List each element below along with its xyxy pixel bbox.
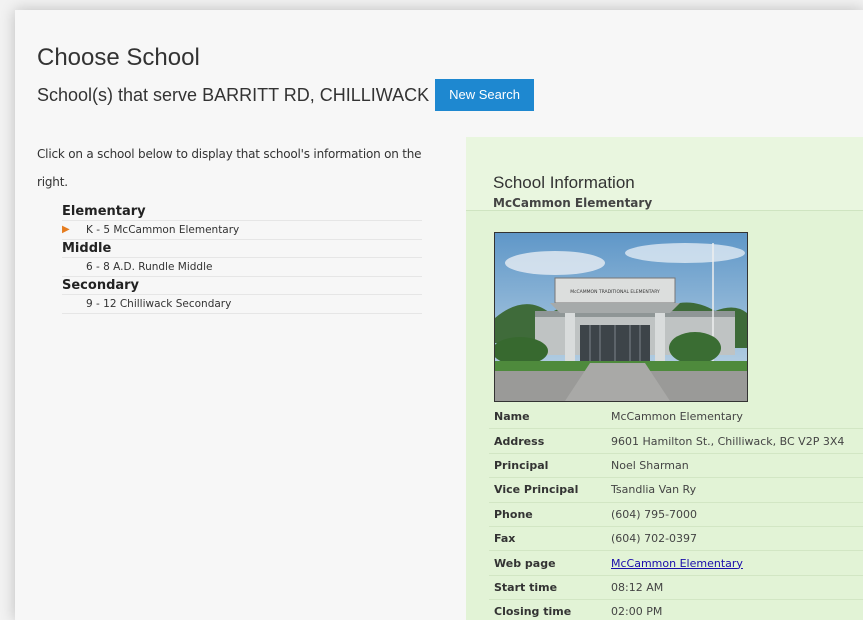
info-row: Vice Principal Tsandlia Van Ry [489,477,863,503]
school-item-mccammon[interactable]: ▶ K - 5 McCammon Elementary [62,221,422,240]
level-heading-secondary: Secondary [62,277,422,295]
info-row-value: Noel Sharman [606,453,863,479]
info-row-value: McCammon Elementary [606,405,863,430]
info-row-label: Closing time [489,599,606,620]
page-subtitle: School(s) that serve BARRITT RD, CHILLIW… [37,84,430,105]
subtitle-row: School(s) that serve BARRITT RD, CHILLIW… [37,79,534,111]
info-row-label: Name [489,405,606,430]
school-item-label: 6 - 8 A.D. Rundle Middle [86,261,213,273]
info-row-label: Web page [489,550,606,576]
info-row-value: (604) 795-7000 [606,502,863,527]
school-tree: Elementary ▶ K - 5 McCammon Elementary M… [62,203,422,314]
info-row: Closing time 02:00 PM [489,599,863,620]
school-photo-image: McCAMMON TRADITIONAL ELEMENTARY [495,233,747,401]
new-search-button[interactable]: New Search [435,79,534,111]
info-row-label: Principal [489,453,606,479]
page-title: Choose School [37,44,200,71]
school-item-chilliwack-secondary[interactable]: 9 - 12 Chilliwack Secondary [62,295,422,314]
school-info-table: Name McCammon Elementary Address 9601 Hamil… [489,405,863,620]
info-row-value: McCammon Elementary [606,550,863,576]
info-row: Name McCammon Elementary [489,405,863,430]
selected-arrow-icon: ▶ [62,224,70,235]
school-item-label: K - 5 McCammon Elementary [86,224,240,236]
info-row: Start time 08:12 AM [489,575,863,601]
school-item-label: 9 - 12 Chilliwack Secondary [86,298,232,310]
info-row-value: 9601 Hamilton St., Chilliwack, BC V2P 3X… [606,428,863,454]
info-row: Address 9601 Hamilton St., Chilliwack, BC… [489,428,863,454]
school-web-link[interactable]: McCammon Elementary [611,557,743,570]
school-photo: McCAMMON TRADITIONAL ELEMENTARY [494,232,748,402]
info-row-value: 02:00 PM [606,599,863,620]
info-row-value: 08:12 AM [606,575,863,601]
info-row-value: Tsandlia Van Ry [606,477,863,503]
school-info-panel: School Information McCammon Elementary M… [466,137,863,620]
info-row-value: (604) 702-0397 [606,526,863,552]
info-row-label: Address [489,428,606,454]
info-row-label: Vice Principal [489,477,606,503]
info-row: Principal Noel Sharman [489,453,863,479]
info-row: Web page McCammon Elementary [489,550,863,576]
photo-sign-text: McCAMMON TRADITIONAL ELEMENTARY [570,289,660,295]
info-row-label: Fax [489,526,606,552]
level-heading-elementary: Elementary [62,203,422,221]
info-row: Fax (604) 702-0397 [489,526,863,552]
school-item-rundle[interactable]: 6 - 8 A.D. Rundle Middle [62,258,422,277]
page-container: Choose School School(s) that serve BARRI… [15,10,863,620]
info-row-label: Start time [489,575,606,601]
instructions-text: Click on a school below to display that … [37,147,422,189]
level-heading-middle: Middle [62,240,422,258]
info-school-name: McCammon Elementary [493,196,653,210]
info-row: Phone (604) 795-7000 [489,502,863,527]
info-row-label: Phone [489,502,606,527]
info-panel-title: School Information [493,173,635,192]
